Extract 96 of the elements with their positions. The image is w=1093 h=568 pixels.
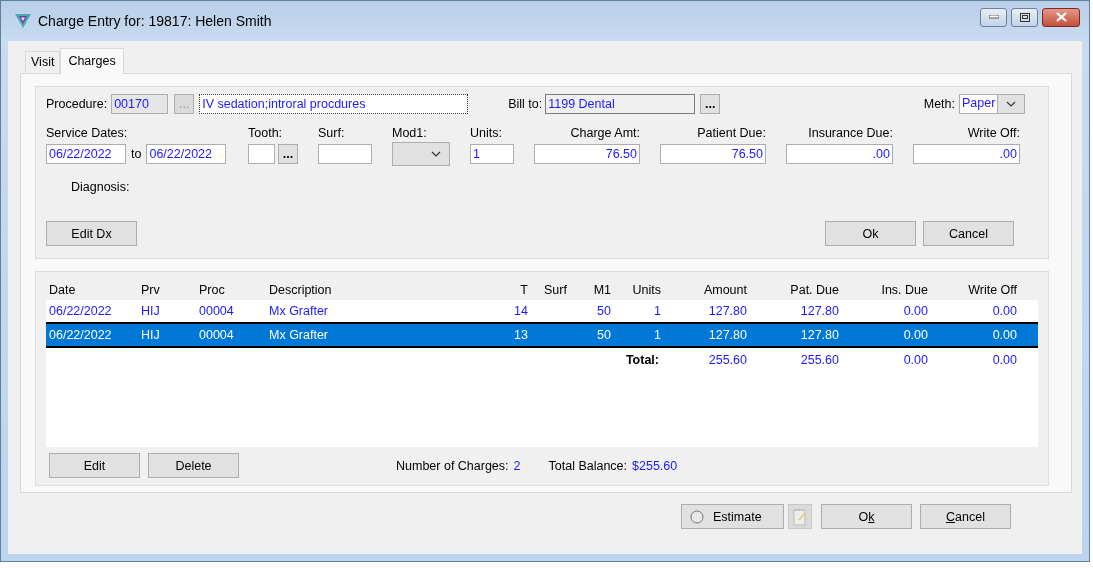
cancel-button[interactable]: Cancel <box>920 504 1011 529</box>
ok-button[interactable]: Ok <box>825 221 916 246</box>
tooth-field[interactable] <box>248 144 275 164</box>
maximize-button[interactable] <box>1011 7 1038 27</box>
summary-value: $255.60 <box>632 458 678 473</box>
field-label: Surf: <box>318 126 346 140</box>
field-label: Write Off: <box>966 126 1020 140</box>
amount-field[interactable]: .00 <box>786 144 893 164</box>
table-cell-text: HIJ <box>140 328 161 342</box>
procedure-code-field[interactable]: 00170 <box>111 94 169 114</box>
table-cell-text: 06/22/2022 <box>48 328 113 342</box>
table-cell-text: 13 <box>513 328 528 342</box>
amount-field[interactable]: .00 <box>913 144 1020 164</box>
column-header: Amount <box>702 283 747 297</box>
table-cell-text: 127.80 <box>707 328 747 342</box>
maximize-icon <box>1019 12 1030 22</box>
column-header: Units <box>631 283 661 297</box>
field-label: Mod1: <box>392 126 428 140</box>
method-dropdown[interactable]: Paper <box>959 94 1025 114</box>
browse-button[interactable]: ... <box>700 94 721 114</box>
chevron-down-icon <box>1006 101 1017 107</box>
edit-button[interactable]: Edit <box>49 453 140 478</box>
total-cell-text: 255.60 <box>707 353 747 367</box>
note-button[interactable] <box>788 504 812 529</box>
column-header: T <box>519 283 528 297</box>
tab[interactable]: Visit <box>25 51 61 73</box>
field-label: Diagnosis: <box>71 180 130 194</box>
table-cell-text: 00004 <box>198 328 235 342</box>
field-label: Patient Due: <box>696 126 766 140</box>
table-cell-text: 50 <box>596 328 612 342</box>
table-cell-text: Mx Grafter <box>268 304 330 318</box>
summary-label: Number of Charges: <box>396 458 509 473</box>
column-header: Prv <box>140 283 161 297</box>
table-cell-text: 14 <box>513 304 528 318</box>
table-row[interactable]: 06/22/2022 HIJ 00004 Mx Grafter 13 50 1 127.80 127.80 0.00 0.00 <box>46 322 1038 348</box>
table-cell-text: 127.80 <box>707 304 747 318</box>
chevron-down-icon <box>431 151 441 157</box>
date-separator: to <box>131 147 142 161</box>
column-header: Ins. Due <box>880 283 928 297</box>
delete-button[interactable]: Delete <box>148 453 239 478</box>
close-button[interactable] <box>1042 7 1080 27</box>
summary-value: 2 <box>513 458 521 473</box>
minimize-icon <box>988 15 999 19</box>
column-header: Description <box>268 283 333 297</box>
app-logo-icon <box>14 13 32 29</box>
summary-label: Total Balance: <box>548 458 628 473</box>
field-label: Tooth: <box>248 126 284 140</box>
table-cell-text: 0.00 <box>902 328 928 342</box>
input-field[interactable]: 1 <box>470 144 514 164</box>
total-cell-text: 0.00 <box>991 353 1017 367</box>
table-cell-text: 127.80 <box>799 328 839 342</box>
window-title: Charge Entry for: 19817: Helen Smith <box>38 13 272 29</box>
field-label: Service Dates: <box>46 126 129 140</box>
table-cell-text: HIJ <box>140 304 161 318</box>
column-header: M1 <box>592 283 612 297</box>
table-cell-text: 0.00 <box>902 304 928 318</box>
amount-field[interactable]: 76.50 <box>660 144 766 164</box>
date-field[interactable]: 06/22/2022 <box>146 144 227 164</box>
bill-to-field[interactable]: 1199 Dental <box>545 94 696 114</box>
column-header: Surf <box>543 283 568 297</box>
table-cell-text: 06/22/2022 <box>48 304 113 318</box>
field-label: Insurance Due: <box>807 126 893 140</box>
input-field[interactable] <box>318 144 372 164</box>
column-header: Write Off <box>967 283 1017 297</box>
tab[interactable]: Charges <box>60 48 124 74</box>
table-cell-text: 50 <box>596 304 612 318</box>
table-cell-text: Mx Grafter <box>268 328 330 342</box>
column-header: Date <box>48 283 77 297</box>
notepad-icon <box>793 507 807 526</box>
date-field[interactable]: 06/22/2022 <box>46 144 126 164</box>
table-cell-text: 0.00 <box>991 328 1017 342</box>
total-label: Total: <box>624 353 660 367</box>
column-header: Pat. Due <box>789 283 839 297</box>
field-label: Procedure: <box>46 97 108 111</box>
table-row[interactable]: 06/22/2022 HIJ 00004 Mx Grafter 14 50 1 127.80 127.80 0.00 0.00 <box>46 300 1038 322</box>
table-cell-text: 1 <box>653 328 661 342</box>
table-cell-text: 00004 <box>198 304 235 318</box>
field-label: Meth: <box>923 97 955 111</box>
table-cell-text: 0.00 <box>991 304 1017 318</box>
ok-button[interactable]: Ok <box>821 504 912 529</box>
cancel-button[interactable]: Cancel <box>923 221 1014 246</box>
estimate-button[interactable]: Estimate <box>681 504 784 529</box>
table-cell-text: 127.80 <box>799 304 839 318</box>
column-header: Proc <box>198 283 226 297</box>
amount-field[interactable]: 76.50 <box>534 144 640 164</box>
table-cell-text: 1 <box>653 304 661 318</box>
close-icon <box>1055 12 1067 22</box>
edit-dx-button[interactable]: Edit Dx <box>46 221 137 246</box>
dropdown[interactable] <box>392 142 450 166</box>
total-cell-text: 255.60 <box>799 353 839 367</box>
field-label: Units: <box>470 126 503 140</box>
procedure-description-field[interactable]: IV sedation;introral procdures <box>199 94 469 114</box>
total-cell-text: 0.00 <box>902 353 928 367</box>
field-label: Bill to: <box>508 97 543 111</box>
browse-button[interactable]: ... <box>278 144 298 164</box>
field-label: Charge Amt: <box>569 126 640 140</box>
